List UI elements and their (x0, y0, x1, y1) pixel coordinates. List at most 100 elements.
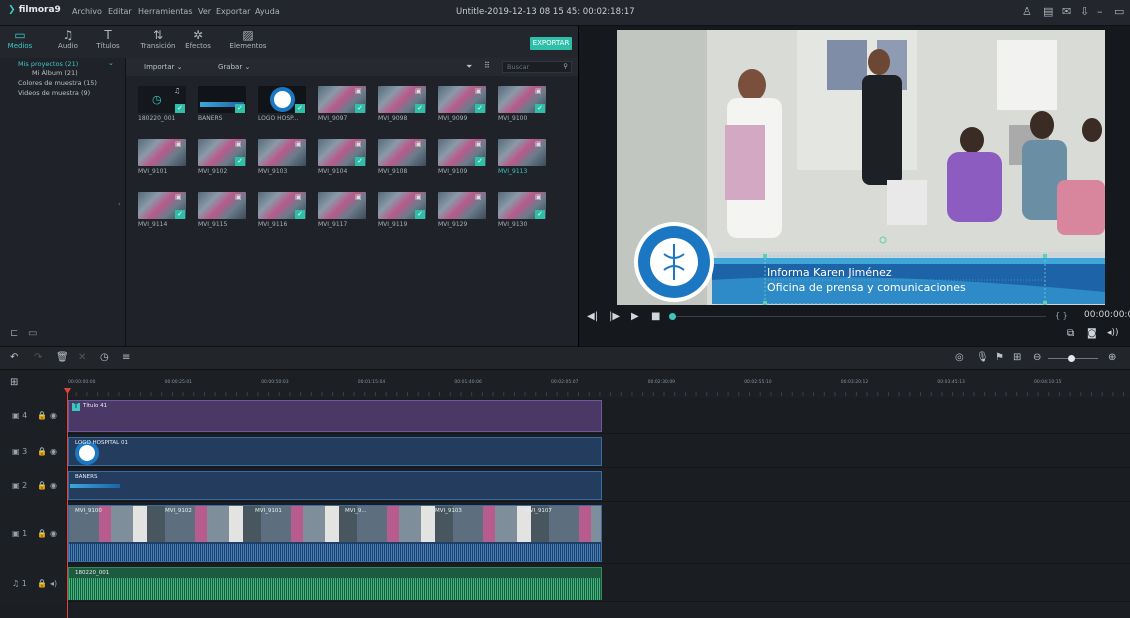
new-folder-icon[interactable]: ⊏ (10, 328, 18, 339)
add-track-icon[interactable]: ⊞ (10, 377, 18, 388)
volume-icon[interactable]: ◂)) (1107, 328, 1119, 338)
tab-elementos[interactable]: ▨ Elementos (228, 28, 268, 50)
eye-icon[interactable]: ◉ (50, 529, 57, 538)
lock-icon[interactable]: 🔒 (37, 529, 47, 538)
fit-timeline-icon[interactable]: ⊞ (1013, 352, 1021, 363)
timeline-clip[interactable]: LOGO HOSPITAL 01 (68, 437, 602, 466)
render-icon[interactable]: ◎ (955, 352, 964, 363)
maximize-icon[interactable]: ▭ (1114, 5, 1124, 18)
filter-icon[interactable]: ⏷ (466, 62, 472, 72)
export-button[interactable]: EXPORTAR (530, 37, 572, 50)
eye-icon[interactable]: ◂) (50, 579, 57, 588)
media-item[interactable]: ▣ ✓ MVI_9114 (138, 192, 186, 229)
timeline-clip[interactable]: BANERS (68, 471, 602, 500)
scrub-track[interactable] (676, 316, 1046, 317)
grid-view-icon[interactable]: ⠿ (484, 61, 490, 70)
track-lane[interactable]: 180220_001 (66, 565, 1130, 602)
menu-exportar[interactable]: Exportar (216, 7, 250, 16)
tab-transicion[interactable]: ⇅ Transición (140, 28, 176, 50)
zoom-out-icon[interactable]: ⊖ (1033, 352, 1041, 363)
track-lane[interactable]: T Título 41 (66, 398, 1130, 434)
collapse-sidebar-icon[interactable]: ‹ (118, 200, 121, 208)
preview-video[interactable]: Informa Karen Jiménez Oficina de prensa … (617, 30, 1105, 305)
media-item[interactable]: ✓ LOGO HOSP... (258, 86, 306, 123)
sidebar-item-mis-proyectos[interactable]: Mis proyectos (21) (18, 60, 78, 68)
timeline-ruler[interactable]: ⊞ 00:00:00:00 00:00:25:01 00:00:50:03 00:01… (0, 370, 1130, 398)
track-lane[interactable]: MVI_9100 MVI_9102 MVI_9101 MVI_9... MVI_9103… (66, 503, 1130, 564)
mark-brackets[interactable]: { } (1055, 311, 1068, 320)
menu-herramientas[interactable]: Herramientas (138, 7, 193, 16)
media-item[interactable]: ▣ ✓ MVI_9097 (318, 86, 366, 123)
media-item[interactable]: ▣ MVI_9108 (378, 139, 426, 176)
menu-ver[interactable]: Ver (198, 7, 211, 16)
render-preview-icon[interactable]: ⧉ (1067, 328, 1074, 339)
cut-icon[interactable]: ✕ (78, 352, 86, 363)
media-item[interactable]: ▣ MVI_9117 (318, 192, 366, 229)
search-input[interactable]: Buscar ⚲ (502, 61, 572, 73)
redo-icon[interactable]: ↷ (34, 352, 42, 363)
zoom-in-icon[interactable]: ⊕ (1108, 352, 1116, 363)
menu-editar[interactable]: Editar (108, 7, 132, 16)
eye-icon[interactable]: ◉ (50, 481, 57, 490)
media-item[interactable]: ▣ ✓ MVI_9130 (498, 192, 546, 229)
media-item[interactable]: ▣ MVI_9113 (498, 139, 546, 176)
eye-icon[interactable]: ◉ (50, 411, 57, 420)
zoom-slider-handle[interactable] (1068, 355, 1075, 362)
stop-icon[interactable]: ■ (651, 311, 660, 322)
minimize-icon[interactable]: – (1097, 5, 1103, 18)
mic-icon[interactable]: 🎙 (976, 352, 989, 363)
lock-icon[interactable]: 🔒 (37, 447, 47, 456)
undo-icon[interactable]: ↶ (10, 352, 18, 363)
folder-icon[interactable]: ▭ (28, 328, 37, 339)
media-item[interactable]: ◷ ♫ ✓ 180220_001 (138, 86, 186, 123)
media-item[interactable]: ▣ ✓ MVI_9104 (318, 139, 366, 176)
eye-icon[interactable]: ◉ (50, 447, 57, 456)
media-item[interactable]: ▣ MVI_9101 (138, 139, 186, 176)
play-icon[interactable]: ▶ (631, 311, 639, 322)
audio-mixer-icon[interactable]: ≡ (122, 352, 130, 363)
track-lane[interactable]: BANERS (66, 469, 1130, 502)
sidebar-item-videos[interactable]: Videos de muestra (9) (18, 89, 90, 97)
record-dropdown[interactable]: Grabar ⌄ (218, 63, 250, 71)
menu-ayuda[interactable]: Ayuda (255, 7, 280, 16)
media-item[interactable]: ▣ ✓ MVI_9099 (438, 86, 486, 123)
snapshot-icon[interactable]: ◙ (1087, 328, 1097, 339)
speed-icon[interactable]: ◷ (100, 352, 109, 363)
track-lane[interactable]: LOGO HOSPITAL 01 (66, 435, 1130, 468)
media-item[interactable]: ▣ ✓ MVI_9119 (378, 192, 426, 229)
save-icon[interactable]: ▤ (1043, 5, 1053, 18)
marker-icon[interactable]: ⚑ (995, 352, 1004, 363)
download-icon[interactable]: ⇩ (1080, 5, 1089, 18)
playhead[interactable] (67, 392, 68, 618)
sidebar-item-colores[interactable]: Colores de muestra (15) (18, 79, 97, 87)
prev-frame-icon[interactable]: ◀| (587, 311, 598, 322)
media-item[interactable]: ▣ ✓ MVI_9102 (198, 139, 246, 176)
tab-efectos[interactable]: ✲ Efectos (180, 28, 216, 50)
mail-icon[interactable]: ✉ (1062, 5, 1071, 18)
step-back-icon[interactable]: |▶ (609, 311, 620, 322)
media-item[interactable]: ▣ ✓ MVI_9116 (258, 192, 306, 229)
menu-archivo[interactable]: Archivo (72, 7, 102, 16)
tab-medios[interactable]: ▭ Medios (2, 28, 38, 50)
media-item[interactable]: ▣ MVI_9103 (258, 139, 306, 176)
chevron-down-icon[interactable]: ⌄ (108, 59, 114, 67)
import-dropdown[interactable]: Importar ⌄ (144, 63, 183, 71)
media-item[interactable]: ▣ MVI_9129 (438, 192, 486, 229)
delete-icon[interactable]: 🗑 (56, 352, 69, 363)
timeline-clip[interactable]: T Título 41 (68, 400, 602, 432)
media-item[interactable]: ▣ ✓ MVI_9109 (438, 139, 486, 176)
timeline-clip[interactable]: 180220_001 (68, 567, 602, 600)
lock-icon[interactable]: 🔒 (37, 579, 47, 588)
media-item[interactable]: ▣ ✓ MVI_9100 (498, 86, 546, 123)
video-clip-group[interactable]: MVI_9100 MVI_9102 MVI_9101 MVI_9... MVI_9103… (68, 505, 602, 562)
lock-icon[interactable]: 🔒 (37, 411, 47, 420)
lock-icon[interactable]: 🔒 (37, 481, 47, 490)
tab-audio[interactable]: ♫ Audio (50, 28, 86, 50)
tab-titulos[interactable]: T Títulos (90, 28, 126, 50)
media-item[interactable]: ✓ BANERS (198, 86, 246, 123)
media-item[interactable]: ▣ MVI_9115 (198, 192, 246, 229)
media-item[interactable]: ▣ ✓ MVI_9098 (378, 86, 426, 123)
scrub-handle[interactable] (669, 313, 676, 320)
sidebar-item-mi-album[interactable]: Mi Álbum (21) (32, 69, 78, 77)
account-icon[interactable]: ♙ (1022, 5, 1032, 18)
